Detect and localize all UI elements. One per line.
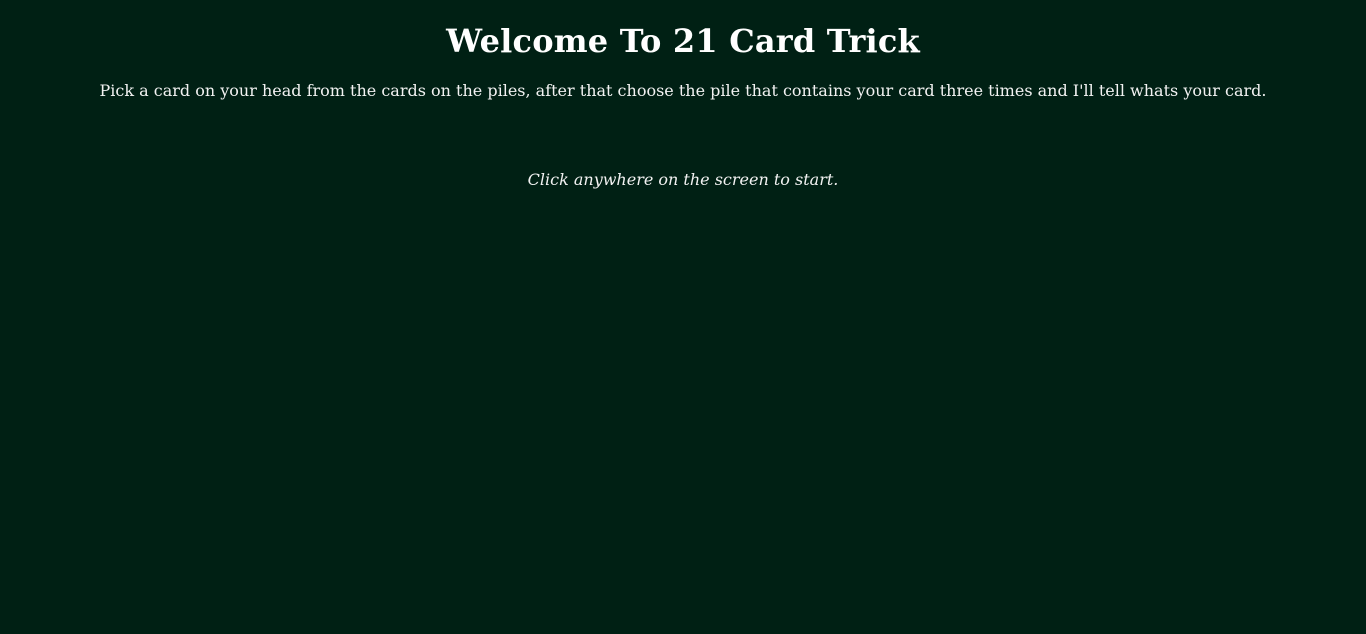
- start-hint-text: Click anywhere on the screen to start.: [527, 170, 839, 189]
- instructions-text: Pick a card on your head from the cards …: [99, 81, 1267, 100]
- start-screen[interactable]: Welcome To 21 Card Trick Pick a card on …: [0, 0, 1366, 634]
- page-title: Welcome To 21 Card Trick: [446, 22, 920, 60]
